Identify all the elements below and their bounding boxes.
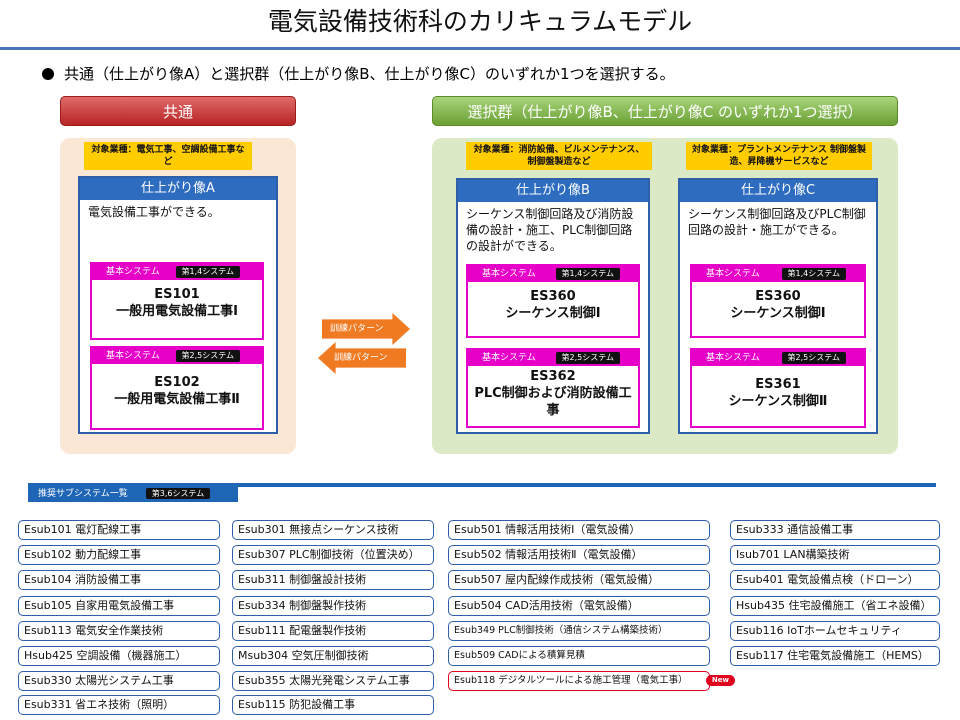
system-name: 一般用電気設備工事Ⅰ xyxy=(116,304,238,319)
image-c-box: 仕上がり像C シーケンス制御回路及びPLC制御回路の設計・施工ができる。 基本シ… xyxy=(678,178,878,434)
system-card-es360-c: 基本システム 第1,4システム ES360 シーケンス制御Ⅰ xyxy=(690,264,866,338)
system-tag: 第2,5システム xyxy=(555,352,620,364)
subsystem-item: Esub349 PLC制御技術（通信システム構築技術） xyxy=(448,621,710,641)
intro-text: 共通（仕上がり像A）と選択群（仕上がり像B、仕上がり像C）のいずれか1つを選択す… xyxy=(64,65,675,83)
system-card-head: 基本システム 第2,5システム xyxy=(692,350,864,366)
subsystem-label: 推奨サブシステム一覧 xyxy=(38,489,128,499)
system-card-es361: 基本システム 第2,5システム ES361 シーケンス制御Ⅱ xyxy=(690,348,866,428)
system-tag: 第2,5システム xyxy=(175,350,240,362)
image-c-desc: シーケンス制御回路及びPLC制御回路の設計・施工ができる。 xyxy=(688,207,866,237)
select-target-industry-c: 対象業種：プラントメンテナンス 制御盤製造、昇降機サービスなど xyxy=(686,142,872,170)
system-tag: 第1,4システム xyxy=(175,266,240,278)
pattern-arrow-left: 訓練パターン xyxy=(318,342,406,374)
subsystem-item: Esub331 省エネ技術（照明） xyxy=(18,695,220,715)
system-body: ES102 一般用電気設備工事Ⅱ xyxy=(92,364,262,408)
system-head-label: 基本システム xyxy=(106,267,160,277)
pattern-arrow-right: 訓練パターン xyxy=(322,313,410,345)
system-name: PLC制御および消防設備工事 xyxy=(474,386,632,418)
page-title: 電気設備技術科のカリキュラムモデル xyxy=(267,7,693,36)
subsystem-item: Esub102 動力配線工事 xyxy=(18,545,220,565)
system-card-es101: 基本システム 第1,4システム ES101 一般用電気設備工事Ⅰ xyxy=(90,262,264,340)
subsystem-item: Isub701 LAN構築技術 xyxy=(730,545,940,565)
system-body: ES360 シーケンス制御Ⅰ xyxy=(692,282,864,322)
subsystem-tag: 第3,6システム xyxy=(145,488,211,499)
system-tag: 第1,4システム xyxy=(555,268,620,280)
subsystem-item: Esub104 消防設備工事 xyxy=(18,570,220,590)
common-target-industry: 対象業種：電気工事、空調設備工事など xyxy=(84,142,252,170)
system-head-label: 基本システム xyxy=(482,353,536,363)
intro-line: 共通（仕上がり像A）と選択群（仕上がり像B、仕上がり像C）のいずれか1つを選択す… xyxy=(42,64,675,84)
subsystem-item: Esub301 無接点シーケンス技術 xyxy=(232,520,434,540)
subsystem-item: Esub401 電気設備点検（ドローン） xyxy=(730,570,940,590)
image-b-box: 仕上がり像B シーケンス制御回路及び消防設備の設計・施工、PLC制御回路の設計が… xyxy=(456,178,650,434)
subsystem-item: Esub330 太陽光システム工事 xyxy=(18,671,220,691)
subsystem-item: Esub307 PLC制御技術（位置決め） xyxy=(232,545,434,565)
subsystem-item: Msub304 空気圧制御技術 xyxy=(232,646,434,666)
common-panel: 対象業種：電気工事、空調設備工事など 仕上がり像A 電気設備工事ができる。 基本… xyxy=(60,138,296,454)
system-card-es102: 基本システム 第2,5システム ES102 一般用電気設備工事Ⅱ xyxy=(90,346,264,430)
system-body: ES361 シーケンス制御Ⅱ xyxy=(692,366,864,410)
image-c-title: 仕上がり像C xyxy=(680,180,876,202)
system-code: ES362 xyxy=(530,369,576,384)
system-card-head: 基本システム 第1,4システム xyxy=(92,264,262,280)
system-tag: 第1,4システム xyxy=(781,268,846,280)
image-a-box: 仕上がり像A 電気設備工事ができる。 基本システム 第1,4システム ES101… xyxy=(78,176,278,434)
system-head-label: 基本システム xyxy=(106,351,160,361)
subsystem-item: Esub333 通信設備工事 xyxy=(730,520,940,540)
subsystem-item: Esub311 制御盤設計技術 xyxy=(232,570,434,590)
system-card-head: 基本システム 第1,4システム xyxy=(468,266,638,282)
subsystem-item: Esub507 屋内配線作成技術（電気設備） xyxy=(448,570,710,590)
subsystem-item: Esub111 配電盤製作技術 xyxy=(232,621,434,641)
new-badge: New xyxy=(705,675,735,686)
system-body: ES360 シーケンス制御Ⅰ xyxy=(468,282,638,322)
system-head-label: 基本システム xyxy=(482,269,536,279)
subsystem-item: Esub113 電気安全作業技術 xyxy=(18,621,220,641)
system-card-head: 基本システム 第2,5システム xyxy=(92,348,262,364)
system-card-es360-b: 基本システム 第1,4システム ES360 シーケンス制御Ⅰ xyxy=(466,264,640,338)
system-code: ES360 xyxy=(530,289,576,304)
subsystem-item: Esub502 情報活用技術Ⅱ（電気設備） xyxy=(448,545,710,565)
system-name: シーケンス制御Ⅱ xyxy=(728,394,828,409)
select-target-industry-b: 対象業種：消防設備、ビルメンテナンス、制御盤製造など xyxy=(466,142,652,170)
subsystem-item-label: Esub118 デジタルツールによる施工管理（電気工事） xyxy=(454,675,688,686)
subsystem-item: Esub334 制御盤製作技術 xyxy=(232,596,434,616)
system-name: シーケンス制御Ⅰ xyxy=(505,306,601,321)
system-code: ES360 xyxy=(755,289,801,304)
image-a-title: 仕上がり像A xyxy=(80,178,276,200)
system-body: ES101 一般用電気設備工事Ⅰ xyxy=(92,280,262,320)
system-code: ES361 xyxy=(755,377,801,392)
system-body: ES362 PLC制御および消防設備工事 xyxy=(468,366,638,419)
select-panel: 対象業種：消防設備、ビルメンテナンス、制御盤製造など 対象業種：プラントメンテナ… xyxy=(432,138,898,454)
system-head-label: 基本システム xyxy=(706,269,760,279)
system-code: ES101 xyxy=(154,287,200,302)
system-card-es362: 基本システム 第2,5システム ES362 PLC制御および消防設備工事 xyxy=(466,348,640,428)
system-head-label: 基本システム xyxy=(706,353,760,363)
system-name: シーケンス制御Ⅰ xyxy=(730,306,826,321)
subsystem-item: Hsub425 空調設備（機器施工） xyxy=(18,646,220,666)
subsystem-item: Esub355 太陽光発電システム工事 xyxy=(232,671,434,691)
select-band: 選択群（仕上がり像B、仕上がり像C のいずれか1つ選択） xyxy=(432,96,898,126)
subsystem-item: Esub117 住宅電気設備施工（HEMS） xyxy=(730,646,940,666)
subsystem-item: Esub504 CAD活用技術（電気設備） xyxy=(448,596,710,616)
subsystem-item: Esub116 IoTホームセキュリティ xyxy=(730,621,940,641)
subsystem-item: Esub501 情報活用技術Ⅰ（電気設備） xyxy=(448,520,710,540)
image-b-title: 仕上がり像B xyxy=(458,180,648,202)
system-name: 一般用電気設備工事Ⅱ xyxy=(114,392,240,407)
system-card-head: 基本システム 第2,5システム xyxy=(468,350,638,366)
bullet-icon xyxy=(42,68,54,80)
image-a-desc: 電気設備工事ができる。 xyxy=(88,205,220,219)
subsystem-item-new: Esub118 デジタルツールによる施工管理（電気工事） New xyxy=(448,671,735,691)
title-divider xyxy=(0,47,960,50)
subsystem-item: Hsub435 住宅設備施工（省エネ設備） xyxy=(730,596,940,616)
subsystem-item: Esub115 防犯設備工事 xyxy=(232,695,434,715)
subsystem-item: Esub509 CADによる積算見積 xyxy=(448,646,710,666)
common-band: 共通 xyxy=(60,96,296,126)
system-card-head: 基本システム 第1,4システム xyxy=(692,266,864,282)
image-b-desc: シーケンス制御回路及び消防設備の設計・施工、PLC制御回路の設計ができる。 xyxy=(466,207,634,253)
subsystem-item: Esub105 自家用電気設備工事 xyxy=(18,596,220,616)
subsystem-header: 推奨サブシステム一覧 第3,6システム xyxy=(28,487,238,502)
system-tag: 第2,5システム xyxy=(781,352,846,364)
subsystem-item: Esub101 電灯配線工事 xyxy=(18,520,220,540)
system-code: ES102 xyxy=(154,375,200,390)
